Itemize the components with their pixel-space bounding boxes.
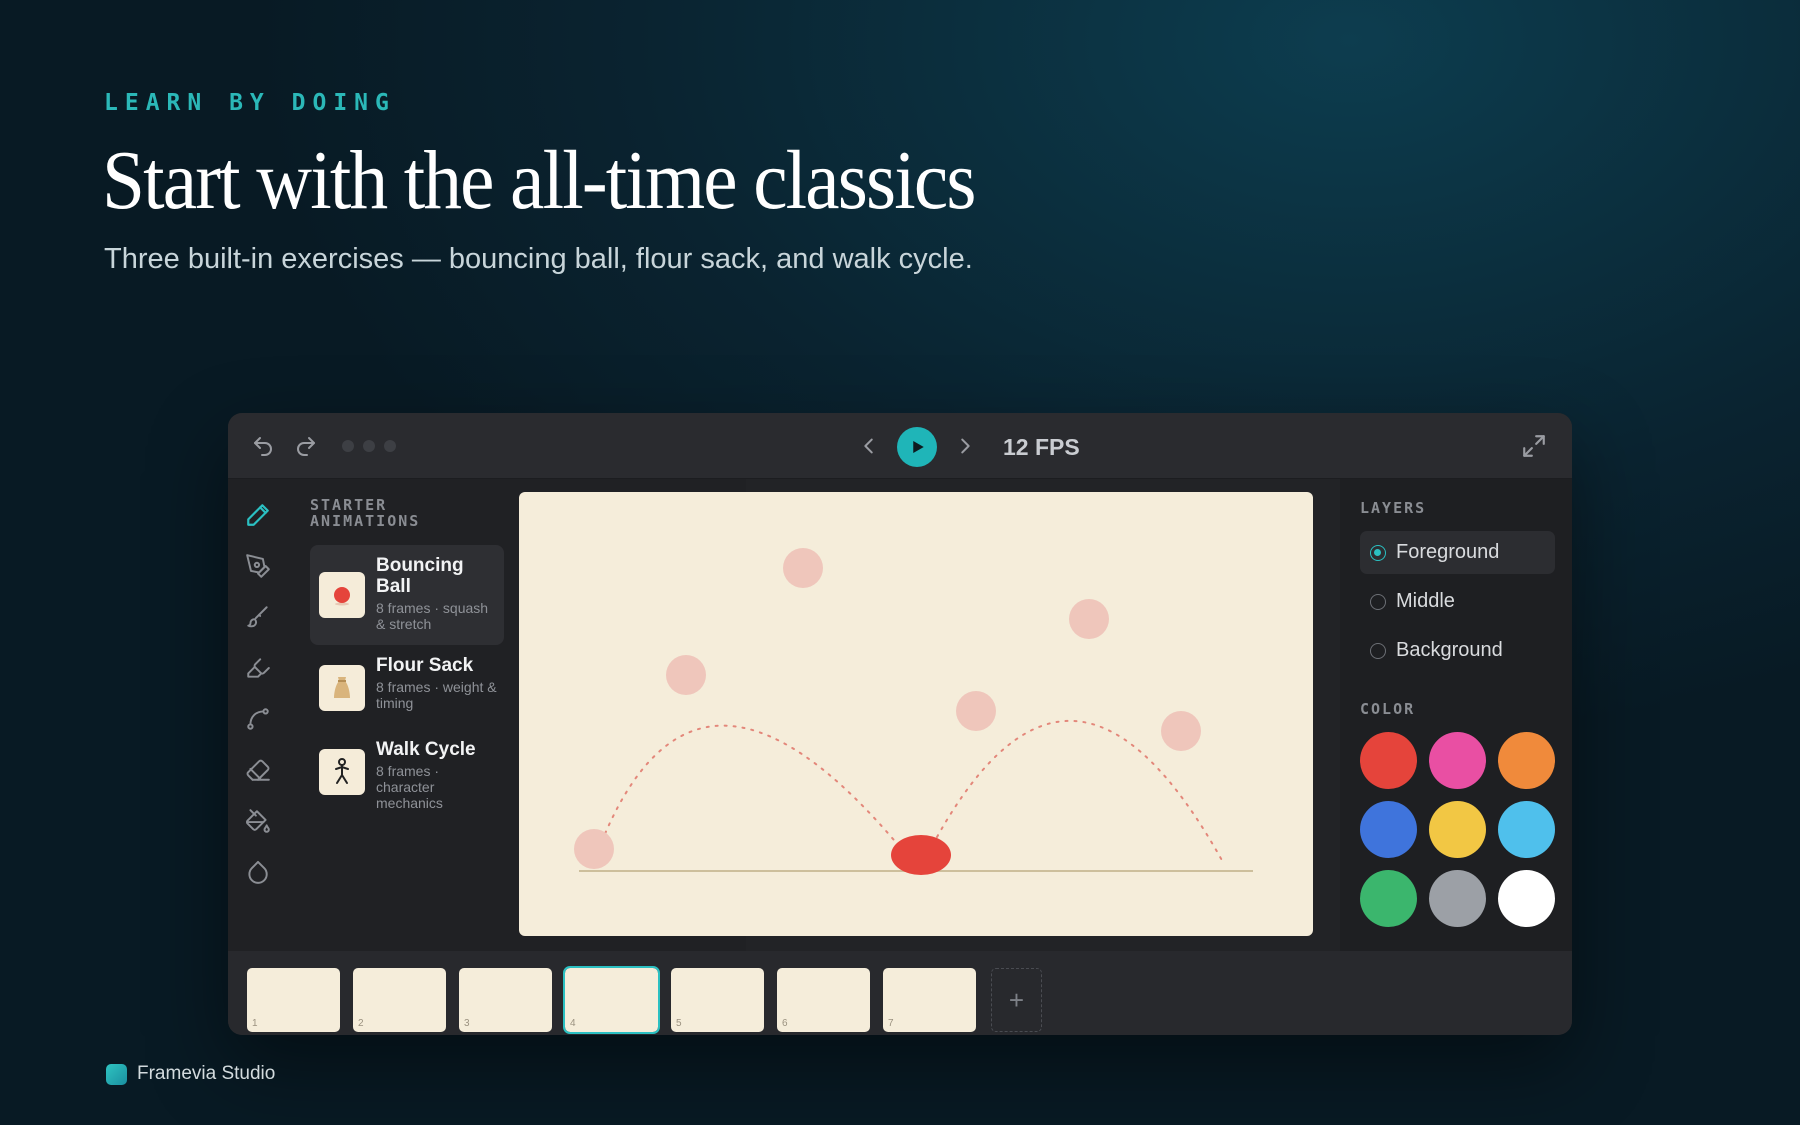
timeline-frame[interactable]: 4	[563, 966, 660, 1034]
layers-title: LAYERS	[1360, 499, 1427, 517]
list-item-meta: 8 frames · squash & stretch	[376, 600, 489, 632]
list-item-meta: 8 frames · character mechanics	[376, 763, 443, 811]
next-frame-icon[interactable]	[952, 433, 978, 459]
color-swatch[interactable]	[1429, 732, 1486, 789]
list-item-flour-sack[interactable]: Flour Sack 8 frames · weight & timing	[310, 653, 504, 729]
window-dot	[363, 440, 375, 452]
layer-background[interactable]: Background	[1360, 629, 1555, 672]
layer-radio[interactable]	[1370, 594, 1386, 610]
drawing-canvas[interactable]	[519, 492, 1313, 936]
canvas-artwork	[574, 548, 1253, 875]
color-swatch[interactable]	[1360, 732, 1417, 789]
highlighter-icon[interactable]	[244, 654, 272, 682]
page-subtitle: Three built-in exercises — bouncing ball…	[104, 243, 973, 275]
brand: Framevia Studio	[106, 1063, 275, 1085]
onion-skin-ball	[1069, 599, 1109, 639]
layer-label: Foreground	[1396, 541, 1500, 563]
brand-logo-icon	[106, 1063, 127, 1085]
timeline-frame[interactable]: 6	[777, 968, 870, 1032]
timeline-frame[interactable]: 2	[353, 968, 446, 1032]
fullscreen-icon[interactable]	[1521, 433, 1547, 459]
timeline-frame[interactable]: 3	[459, 968, 552, 1032]
eyebrow: LEARN BY DOING	[104, 90, 396, 116]
add-frame-button[interactable]: +	[991, 968, 1042, 1032]
layer-radio[interactable]	[1370, 545, 1386, 561]
fill-icon[interactable]	[244, 807, 272, 835]
color-swatch[interactable]	[1429, 870, 1486, 927]
onion-skin-ball	[956, 691, 996, 731]
dropper-icon[interactable]	[244, 858, 272, 886]
play-icon	[913, 441, 924, 453]
ball-icon	[319, 572, 365, 618]
layer-label: Background	[1396, 639, 1503, 661]
frame-number: 2	[358, 1018, 364, 1029]
undo-icon[interactable]	[250, 433, 276, 459]
color-swatch[interactable]	[1498, 801, 1555, 858]
current-ball[interactable]	[891, 835, 951, 875]
frame-number: 5	[676, 1018, 682, 1029]
prev-frame-icon[interactable]	[856, 433, 882, 459]
timeline-frame[interactable]: 1	[247, 968, 340, 1032]
frame-number: 1	[252, 1018, 258, 1029]
onion-skin-ball	[666, 655, 706, 695]
list-item-bouncing-ball[interactable]: Bouncing Ball 8 frames · squash & stretc…	[310, 545, 504, 645]
color-swatch[interactable]	[1429, 801, 1486, 858]
layer-middle[interactable]: Middle	[1360, 580, 1555, 623]
toolbar: 12 FPS	[228, 413, 1572, 479]
motion-arc	[591, 724, 905, 868]
color-swatch[interactable]	[1360, 801, 1417, 858]
pen-icon[interactable]	[244, 552, 272, 580]
list-item-walk-cycle[interactable]: Walk Cycle 8 frames · character mechanic…	[310, 737, 504, 823]
timeline-frame[interactable]: 7	[883, 968, 976, 1032]
timeline: + 1 2 3 4 5 6 7	[228, 951, 1572, 1035]
window-dot	[384, 440, 396, 452]
layer-label: Middle	[1396, 590, 1455, 612]
list-item-title: Flour Sack	[376, 655, 474, 676]
pencil-icon[interactable]	[244, 501, 272, 529]
color-title: COLOR	[1360, 700, 1416, 718]
curve-icon[interactable]	[244, 705, 272, 733]
redo-icon[interactable]	[293, 433, 319, 459]
eraser-icon[interactable]	[244, 756, 272, 784]
frame-number: 4	[570, 1018, 576, 1029]
window-dot	[342, 440, 354, 452]
onion-skin-ball	[1161, 711, 1201, 751]
color-swatch[interactable]	[1360, 870, 1417, 927]
tool-rail	[228, 479, 290, 969]
library-title: STARTER ANIMATIONS	[310, 496, 421, 530]
brush-icon[interactable]	[244, 603, 272, 631]
list-item-meta: 8 frames · weight & timing	[376, 679, 497, 711]
sack-icon	[319, 665, 365, 711]
frame-number: 6	[782, 1018, 788, 1029]
color-swatch[interactable]	[1498, 732, 1555, 789]
brand-name: Framevia Studio	[137, 1063, 276, 1084]
list-item-title: Bouncing Ball	[376, 555, 464, 597]
page-title: Start with the all-time classics	[102, 134, 976, 227]
layer-foreground[interactable]: Foreground	[1360, 531, 1555, 574]
fps-label[interactable]: 12 FPS	[1003, 434, 1080, 461]
play-button[interactable]	[897, 427, 937, 467]
onion-skin-ball	[574, 829, 614, 869]
layer-radio[interactable]	[1370, 643, 1386, 659]
frame-number: 3	[464, 1018, 470, 1029]
animation-app-window: 12 FPS STARTER ANIMATIONS Bouncing Ball …	[228, 413, 1572, 1035]
onion-skin-ball	[783, 548, 823, 588]
list-item-title: Walk Cycle	[376, 739, 476, 760]
properties-panel: LAYERS Foreground Middle Background COLO…	[1340, 479, 1572, 969]
color-swatch[interactable]	[1498, 870, 1555, 927]
frame-number: 7	[888, 1018, 894, 1029]
timeline-frame[interactable]: 5	[671, 968, 764, 1032]
stick-figure-icon	[319, 749, 365, 795]
